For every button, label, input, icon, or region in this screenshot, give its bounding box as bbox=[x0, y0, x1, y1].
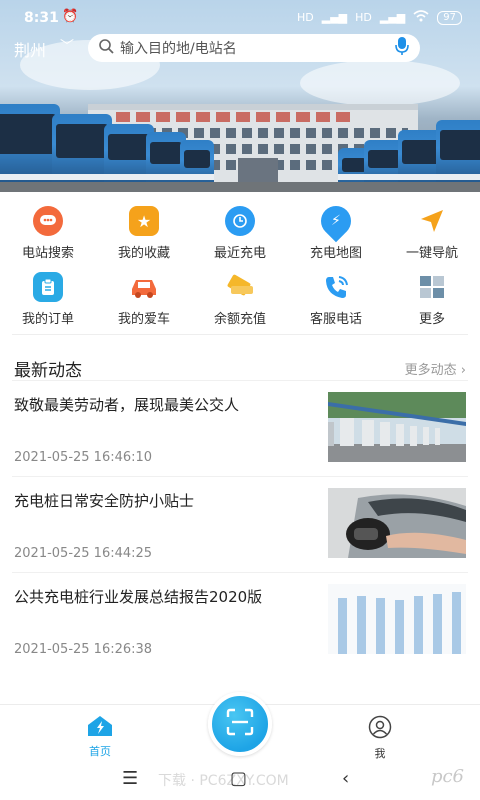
ground bbox=[0, 182, 480, 192]
tab-home-label: 首页 bbox=[89, 745, 111, 758]
news-header: 最新动态 更多动态 › bbox=[0, 354, 480, 382]
status-time: 8:31 bbox=[24, 10, 59, 26]
card-icon bbox=[225, 272, 255, 302]
menu-icon[interactable]: ☰ bbox=[122, 768, 138, 789]
city-selector[interactable]: 荆州 bbox=[14, 37, 46, 61]
home-square-icon[interactable]: ▢ bbox=[230, 768, 247, 789]
tab-me[interactable]: 我 bbox=[350, 715, 410, 761]
grid-label: 我的收藏 bbox=[117, 246, 170, 261]
search-icon bbox=[98, 38, 114, 58]
bus bbox=[0, 104, 60, 190]
wifi-icon bbox=[413, 10, 429, 25]
station-search-icon bbox=[33, 206, 63, 236]
car-icon bbox=[129, 272, 159, 302]
navigation-arrow-icon bbox=[417, 206, 447, 236]
news-item-title: 致敬最美劳动者，展现最美公交人 bbox=[14, 396, 240, 414]
back-icon[interactable]: ‹ bbox=[342, 768, 349, 789]
one-key-navigation-button[interactable]: 一键导航 bbox=[384, 206, 480, 270]
tab-me-label: 我 bbox=[374, 747, 386, 760]
grid-label: 更多 bbox=[418, 312, 445, 327]
news-thumbnail bbox=[328, 488, 466, 558]
hero-banner[interactable]: 8:31 ⏰ HD ▂▄▆ HD ▂▄▆ 97 荆州 ﹀ 输入目的地/电站名 bbox=[0, 0, 480, 192]
grid-label: 充电地图 bbox=[309, 246, 362, 261]
watermark-text: 下载 · PC6ZXY.COM bbox=[158, 773, 289, 789]
tab-home[interactable]: 首页 bbox=[70, 715, 130, 759]
network-label: HD bbox=[296, 11, 314, 24]
grid-icon bbox=[417, 272, 447, 302]
grid-label: 电站搜索 bbox=[21, 246, 74, 261]
search-input[interactable]: 输入目的地/电站名 bbox=[88, 34, 420, 62]
phone-icon bbox=[321, 272, 351, 302]
microphone-icon[interactable] bbox=[394, 36, 410, 60]
function-grid: 电站搜索 ★ 我的收藏 最近充电 ⚡ 充电地图 一键导航 我的订单 我的爱车 余… bbox=[0, 199, 480, 336]
divider bbox=[12, 380, 468, 381]
news-item-title: 充电桩日常安全防护小贴士 bbox=[14, 492, 195, 510]
news-item-time: 2021-05-25 16:26:38 bbox=[14, 642, 153, 657]
bus bbox=[436, 120, 480, 190]
news-item[interactable]: 致敬最美劳动者，展现最美公交人 2021-05-25 16:46:10 bbox=[0, 386, 480, 482]
station-search-button[interactable]: 电站搜索 bbox=[0, 206, 96, 270]
news-item-time: 2021-05-25 16:44:25 bbox=[14, 546, 153, 561]
news-section-title: 最新动态 bbox=[14, 361, 82, 381]
clipboard-icon bbox=[33, 272, 63, 302]
user-icon bbox=[368, 715, 392, 743]
balance-recharge-button[interactable]: 余额充值 bbox=[192, 272, 288, 336]
clock-icon bbox=[225, 206, 255, 236]
battery-indicator: 97 bbox=[437, 10, 462, 25]
customer-service-button[interactable]: 客服电话 bbox=[288, 272, 384, 336]
grid-label: 余额充值 bbox=[213, 312, 266, 327]
top-bar: 荆州 ﹀ 输入目的地/电站名 bbox=[0, 32, 480, 64]
news-thumbnail bbox=[328, 584, 466, 654]
function-row: 电站搜索 ★ 我的收藏 最近充电 ⚡ 充电地图 一键导航 bbox=[0, 199, 480, 270]
signal-icon: ▂▄▆ bbox=[321, 11, 348, 24]
signal-icon: ▂▄▆ bbox=[379, 11, 406, 24]
building-sign bbox=[116, 112, 356, 122]
grid-label: 一键导航 bbox=[405, 246, 458, 261]
home-icon bbox=[85, 715, 115, 741]
bus bbox=[52, 114, 112, 190]
charge-map-button[interactable]: ⚡ 充电地图 bbox=[288, 199, 384, 270]
map-bolt-icon: ⚡ bbox=[314, 199, 358, 243]
my-orders-button[interactable]: 我的订单 bbox=[0, 272, 96, 336]
my-car-button[interactable]: 我的爱车 bbox=[96, 272, 192, 336]
news-item-title: 公共充电桩行业发展总结报告2020版 bbox=[14, 588, 263, 606]
network-label: HD bbox=[355, 11, 372, 24]
favorites-button[interactable]: ★ 我的收藏 bbox=[96, 206, 192, 270]
scan-button[interactable] bbox=[208, 692, 272, 756]
more-button[interactable]: 更多 bbox=[384, 272, 480, 336]
grid-label: 客服电话 bbox=[309, 312, 362, 327]
brand-watermark: pc6 bbox=[430, 766, 464, 787]
search-placeholder: 输入目的地/电站名 bbox=[120, 41, 237, 57]
function-row: 我的订单 我的爱车 余额充值 客服电话 更多 bbox=[0, 272, 480, 336]
more-news-link[interactable]: 更多动态 › bbox=[405, 359, 466, 378]
star-icon: ★ bbox=[129, 206, 159, 236]
divider bbox=[12, 572, 468, 573]
scan-icon bbox=[225, 707, 255, 741]
alarm-icon: ⏰ bbox=[62, 9, 79, 24]
recent-charge-button[interactable]: 最近充电 bbox=[192, 206, 288, 270]
news-item[interactable]: 公共充电桩行业发展总结报告2020版 2021-05-25 16:26:38 bbox=[0, 578, 480, 674]
news-item-time: 2021-05-25 16:46:10 bbox=[14, 450, 153, 465]
grid-label: 我的爱车 bbox=[117, 312, 170, 327]
news-thumbnail bbox=[328, 392, 466, 462]
grid-label: 我的订单 bbox=[21, 312, 74, 327]
cloud bbox=[300, 60, 460, 106]
divider bbox=[12, 476, 468, 477]
chevron-down-icon[interactable]: ﹀ bbox=[60, 36, 74, 56]
grid-label: 最近充电 bbox=[213, 246, 266, 261]
system-navigation-bar: ☰ 下载 · PC6ZXY.COM ▢ ‹ pc6 bbox=[0, 760, 480, 800]
status-bar: 8:31 ⏰ HD ▂▄▆ HD ▂▄▆ 97 bbox=[0, 0, 480, 36]
divider bbox=[12, 334, 468, 335]
news-item[interactable]: 充电桩日常安全防护小贴士 2021-05-25 16:44:25 bbox=[0, 482, 480, 578]
